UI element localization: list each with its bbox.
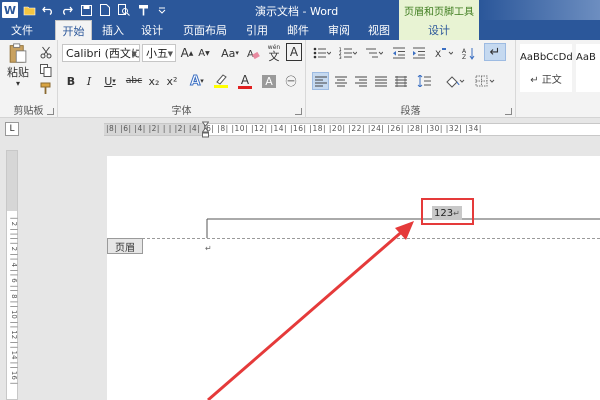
highlight-box [421,198,474,225]
header-separator-line [107,238,600,239]
header-corner-marks [206,218,600,238]
header-label-tag: 页眉 [107,238,143,254]
paragraph-mark: ↵ [205,244,212,253]
